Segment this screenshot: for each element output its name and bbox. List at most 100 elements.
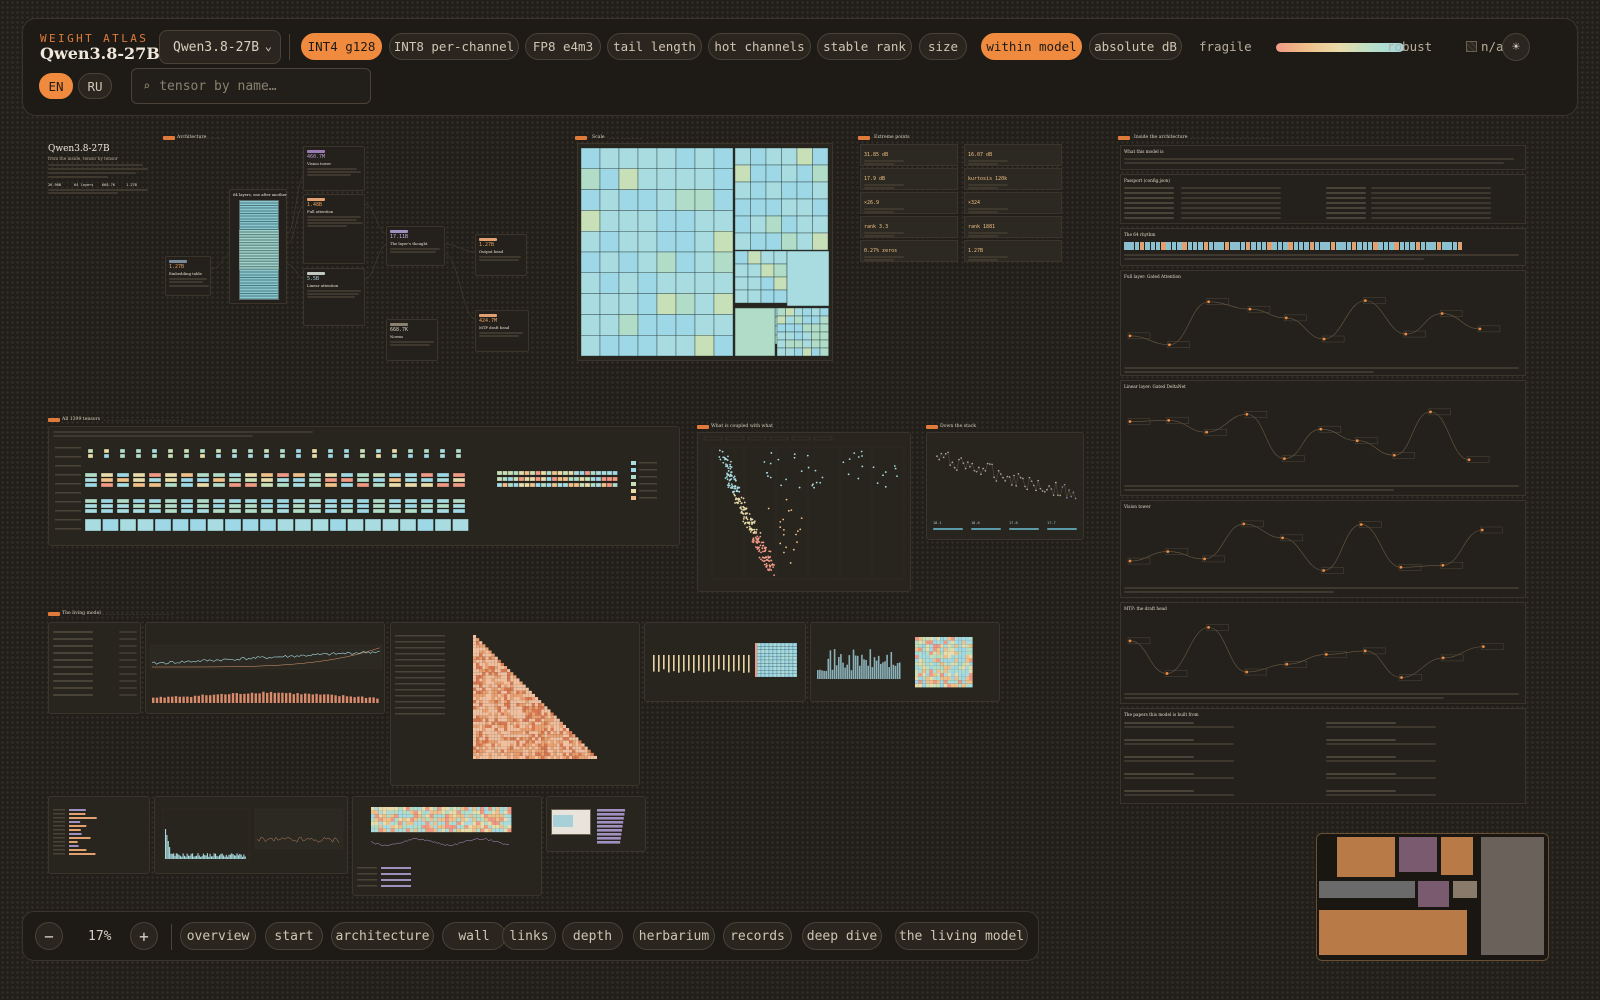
- metric-stable-rank-pill[interactable]: stable rank: [817, 33, 912, 60]
- lang-ru-button[interactable]: RU: [78, 73, 112, 99]
- tensor-search-input[interactable]: [159, 78, 350, 94]
- minimap[interactable]: [1316, 833, 1549, 961]
- metric-size-pill[interactable]: size: [919, 33, 967, 60]
- extreme-stat-card[interactable]: kurtosis 120k: [964, 168, 1062, 190]
- tensor-wall-grid[interactable]: [53, 441, 677, 545]
- nav-records[interactable]: records: [723, 922, 792, 950]
- scale-absolute-db-pill[interactable]: absolute dB: [1089, 33, 1182, 60]
- extreme-points-section[interactable]: Extreme points 31.85 dB 16.07 dB 17.9 dB ku…: [858, 134, 1063, 268]
- minimap-region[interactable]: [1481, 837, 1544, 955]
- minimap-region[interactable]: [1441, 837, 1473, 875]
- living-timeline-chart[interactable]: [146, 623, 385, 714]
- extreme-stat-card[interactable]: ×324: [964, 192, 1062, 214]
- legend-fragile-label: fragile: [1199, 39, 1252, 54]
- na-swatch-icon: [1466, 41, 1477, 52]
- herbarium-panel[interactable]: [48, 796, 150, 874]
- extreme-stat-card[interactable]: 17.9 dB: [860, 168, 958, 190]
- norms-name: Norms: [390, 334, 403, 339]
- wall-section[interactable]: All 1399 tensors — — — — — — — — — — — —…: [46, 416, 682, 548]
- legend-na-label: n/a: [1481, 39, 1504, 54]
- linear-layer-title: Linear layer: Gated DeltaNet: [1124, 384, 1186, 389]
- scale-treemap[interactable]: [581, 148, 829, 356]
- metric-tail-length-pill[interactable]: tail length: [607, 33, 702, 60]
- model-select[interactable]: Qwen3.8-27B ⌄: [159, 30, 281, 64]
- linear-attention-card[interactable]: 5.5B Linear attention: [303, 268, 365, 326]
- extreme-stat-card[interactable]: ×26.9: [860, 192, 958, 214]
- full-attention-value: 1.48B: [307, 202, 323, 208]
- extreme-stat-card[interactable]: 31.85 dB: [860, 144, 958, 166]
- lang-en-button[interactable]: EN: [39, 73, 73, 99]
- zoom-out-button[interactable]: −: [35, 922, 63, 950]
- depth-stat-1: 18.1: [933, 521, 942, 525]
- nav-links[interactable]: links: [502, 922, 556, 950]
- embedding-table-card[interactable]: 1.27B Embedding table: [165, 256, 211, 296]
- records-panel[interactable]: [154, 796, 348, 874]
- distribution-panel[interactable]: [810, 622, 1000, 702]
- output-head-value: 1.27B: [479, 242, 495, 248]
- living-timeline-panel[interactable]: [145, 622, 385, 714]
- full-attention-card[interactable]: 1.48B Full attention: [303, 194, 365, 264]
- norms-card[interactable]: 668.7K Norms: [386, 319, 438, 361]
- output-head-card[interactable]: 1.27B Output head: [475, 234, 527, 276]
- scale-within-model-pill[interactable]: within model: [981, 33, 1082, 60]
- quant-int4-pill[interactable]: INT4 g128: [301, 33, 382, 60]
- thumbnails-panel[interactable]: [546, 796, 646, 852]
- nav-deep-dive[interactable]: deep dive: [802, 922, 882, 950]
- nav-living-model[interactable]: the living model: [895, 922, 1028, 950]
- deep-dive-heatmap[interactable]: [353, 797, 542, 896]
- distribution-chart[interactable]: [811, 623, 1000, 702]
- coupling-scatter-plot[interactable]: [698, 433, 911, 592]
- nav-herbarium[interactable]: herbarium: [633, 922, 715, 950]
- nav-architecture[interactable]: architecture: [331, 922, 434, 950]
- minimap-region[interactable]: [1399, 837, 1437, 872]
- extreme-stat-card[interactable]: 16.07 dB: [964, 144, 1062, 166]
- records-histogram[interactable]: [155, 797, 348, 874]
- mtp-draft-head-card[interactable]: 424.7M MTP draft head: [475, 310, 529, 352]
- quant-int8-pill[interactable]: INT8 per-channel: [389, 33, 519, 60]
- zoom-in-button[interactable]: +: [130, 922, 158, 950]
- herbarium-bars[interactable]: [49, 797, 150, 874]
- nav-start[interactable]: start: [265, 922, 323, 950]
- similarity-triangle-heatmap[interactable]: [391, 623, 640, 786]
- scale-panel[interactable]: Scale — — — — — — — — —: [575, 134, 835, 364]
- nav-overview[interactable]: overview: [180, 922, 256, 950]
- inside-architecture-section[interactable]: Inside the architecture — — — — — — — — …: [1118, 134, 1528, 814]
- hero-stat-norms: 668.7K: [102, 183, 115, 187]
- living-index-panel[interactable]: [48, 622, 141, 714]
- quant-fp8-pill[interactable]: FP8 e4m3: [525, 33, 601, 60]
- architecture-section[interactable]: Architecture — — — — — — — 1.27B Embeddi…: [163, 134, 563, 364]
- mtp-head-flow-diagram: [1127, 624, 1504, 681]
- depth-section[interactable]: Down the stack 18.1 18.6 17.6 17.7: [926, 423, 1086, 541]
- extreme-stat-card[interactable]: rank 3.3: [860, 216, 958, 238]
- minimap-region[interactable]: [1418, 881, 1449, 907]
- minimap-region[interactable]: [1337, 837, 1395, 877]
- metric-hot-channels-pill[interactable]: hot channels: [708, 33, 811, 60]
- papers-title: The papers this model is built from: [1124, 712, 1199, 717]
- mtp-draft-head-name: MTP draft head: [479, 325, 510, 330]
- scale-title: Scale: [592, 135, 605, 140]
- layer-stack-card[interactable]: 64 layers, one after another: [229, 189, 287, 304]
- coupled-section[interactable]: What is coupled with what: [697, 423, 913, 593]
- extreme-stat-card[interactable]: 0.27% zeros: [860, 240, 958, 262]
- depth-line-chart[interactable]: [933, 437, 1079, 517]
- tensor-search[interactable]: ⌕: [131, 68, 371, 104]
- minimap-region[interactable]: [1453, 881, 1477, 898]
- theme-toggle-icon[interactable]: ☀: [1502, 33, 1530, 61]
- layer-thought-card[interactable]: 17.11B The layer's thought: [386, 226, 445, 266]
- channel-bars-panel[interactable]: [644, 622, 806, 702]
- living-model-section[interactable]: The living model — — — — — — — — — — — —…: [46, 610, 1016, 900]
- minimap-region[interactable]: [1319, 910, 1467, 955]
- extreme-stat-card[interactable]: 1.27B: [964, 240, 1062, 262]
- passport-box: Passport (config.json): [1120, 174, 1526, 224]
- similarity-triangle-panel[interactable]: [390, 622, 640, 786]
- extreme-stat-card[interactable]: rank 1881: [964, 216, 1062, 238]
- channel-bars-chart[interactable]: [645, 623, 806, 702]
- embedding-table-value: 1.27B: [169, 264, 185, 270]
- nav-depth[interactable]: depth: [562, 922, 623, 950]
- what-model-is-box: What this model is: [1120, 145, 1526, 170]
- vision-tower-card[interactable]: 460.7M Vision tower: [303, 146, 365, 191]
- minimap-region[interactable]: [1319, 881, 1415, 898]
- deep-dive-panel[interactable]: [352, 796, 542, 896]
- depth-stat-3: 17.6: [1009, 521, 1018, 525]
- nav-wall[interactable]: wall: [442, 922, 506, 950]
